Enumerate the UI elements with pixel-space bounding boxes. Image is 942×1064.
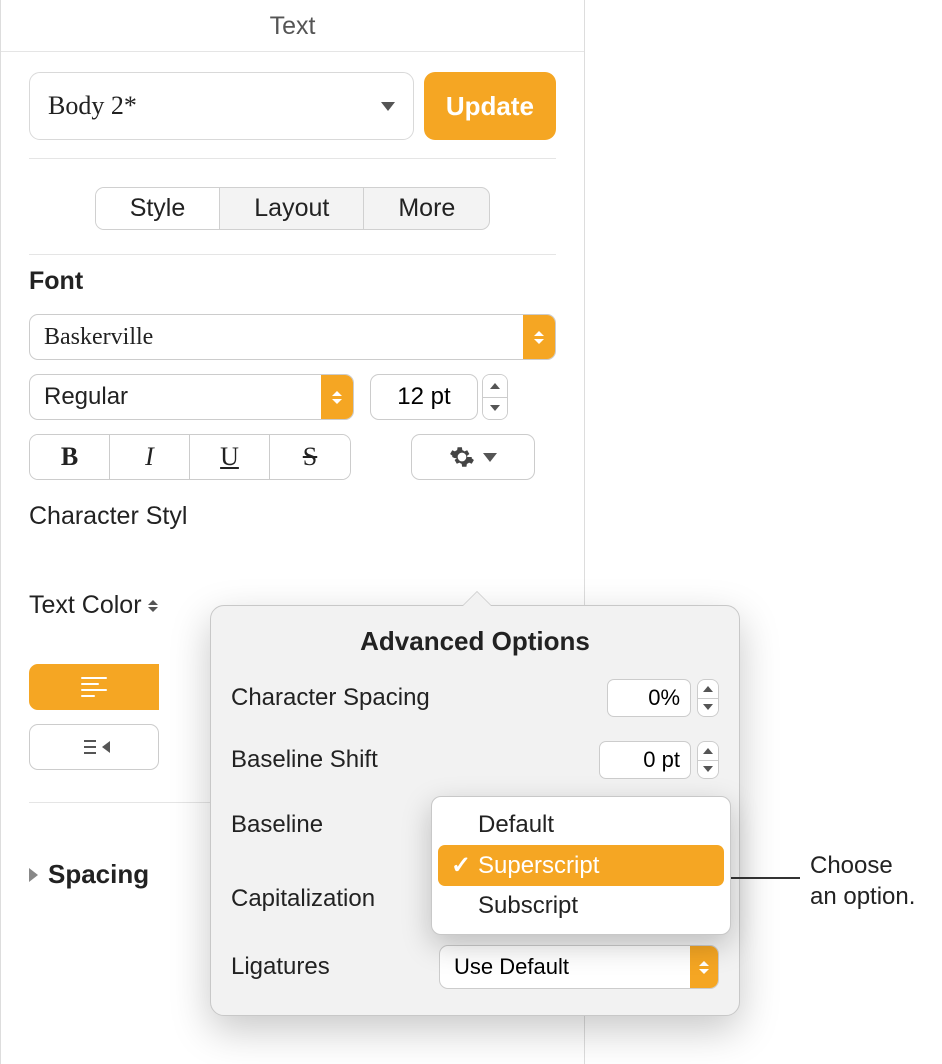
stepper-up-icon[interactable]	[698, 680, 718, 699]
popup-arrows-icon	[148, 600, 158, 612]
paragraph-style-section: Body 2* Update	[1, 52, 584, 158]
panel-title: Text	[1, 0, 584, 52]
menu-item-label: Superscript	[478, 852, 599, 880]
decrease-indent-button[interactable]	[29, 724, 159, 770]
char-spacing-label: Character Spacing	[231, 684, 430, 712]
ligatures-select[interactable]: Use Default	[439, 945, 719, 989]
ligatures-value: Use Default	[440, 954, 583, 980]
paragraph-style-value: Body 2*	[48, 91, 137, 121]
character-style-label: Character Styl	[29, 502, 556, 531]
baseline-label: Baseline	[231, 811, 323, 839]
tab-segmented-control: Style Layout More	[1, 159, 584, 254]
indent-icon	[76, 738, 98, 756]
popup-arrows-icon	[523, 315, 555, 359]
stepper-down-icon[interactable]	[483, 398, 507, 420]
text-style-group: B I U S	[29, 434, 351, 480]
align-left-icon	[81, 677, 107, 697]
spacing-label: Spacing	[48, 859, 149, 890]
advanced-options-popover: Advanced Options Character Spacing 0% Ba…	[210, 605, 740, 1016]
baseline-shift-stepper[interactable]	[697, 741, 719, 779]
tab-layout[interactable]: Layout	[220, 188, 364, 229]
tab-style[interactable]: Style	[96, 188, 221, 229]
popover-title: Advanced Options	[231, 626, 719, 657]
checkmark-icon: ✓	[452, 851, 470, 880]
stepper-up-icon[interactable]	[483, 375, 507, 398]
menu-item-superscript[interactable]: ✓ Superscript	[438, 845, 724, 886]
char-spacing-input[interactable]: 0%	[607, 679, 691, 717]
stepper-up-icon[interactable]	[698, 742, 718, 761]
align-left-button[interactable]	[29, 664, 159, 710]
capitalization-label: Capitalization	[231, 885, 375, 913]
strikethrough-button[interactable]: S	[270, 435, 350, 479]
gear-icon	[449, 444, 475, 470]
font-weight-value: Regular	[44, 383, 128, 411]
stepper-down-icon[interactable]	[698, 699, 718, 717]
baseline-shift-input[interactable]: 0 pt	[599, 741, 691, 779]
menu-item-label: Subscript	[478, 892, 578, 920]
italic-button[interactable]: I	[110, 435, 190, 479]
baseline-menu: Default ✓ Superscript Subscript	[431, 796, 731, 935]
chevron-down-icon	[381, 102, 395, 111]
chevron-right-icon	[29, 868, 38, 882]
font-size-input[interactable]: 12 pt	[370, 374, 478, 420]
char-spacing-stepper[interactable]	[697, 679, 719, 717]
popup-arrows-icon	[690, 946, 718, 988]
baseline-shift-label: Baseline Shift	[231, 746, 378, 774]
paragraph-style-select[interactable]: Body 2*	[29, 72, 414, 140]
callout-leader-line	[720, 877, 800, 879]
advanced-options-button[interactable]	[411, 434, 535, 480]
menu-item-subscript[interactable]: Subscript	[438, 886, 724, 926]
bold-button[interactable]: B	[30, 435, 110, 479]
ligatures-label: Ligatures	[231, 953, 330, 981]
menu-item-default[interactable]: Default	[438, 805, 724, 845]
font-family-select[interactable]: Baskerville	[29, 314, 556, 360]
font-family-value: Baskerville	[44, 324, 153, 351]
font-heading: Font	[29, 267, 556, 296]
arrow-left-icon	[102, 741, 112, 753]
callout-text: Choose an option.	[810, 850, 940, 912]
chevron-down-icon	[483, 453, 497, 462]
tab-more[interactable]: More	[364, 188, 489, 229]
menu-item-label: Default	[478, 811, 554, 839]
text-color-label: Text Color	[29, 591, 142, 620]
stepper-down-icon[interactable]	[698, 761, 718, 779]
update-button[interactable]: Update	[424, 72, 556, 140]
font-weight-select[interactable]: Regular	[29, 374, 354, 420]
underline-button[interactable]: U	[190, 435, 270, 479]
font-size-stepper[interactable]	[482, 374, 508, 420]
popup-arrows-icon	[321, 375, 353, 419]
